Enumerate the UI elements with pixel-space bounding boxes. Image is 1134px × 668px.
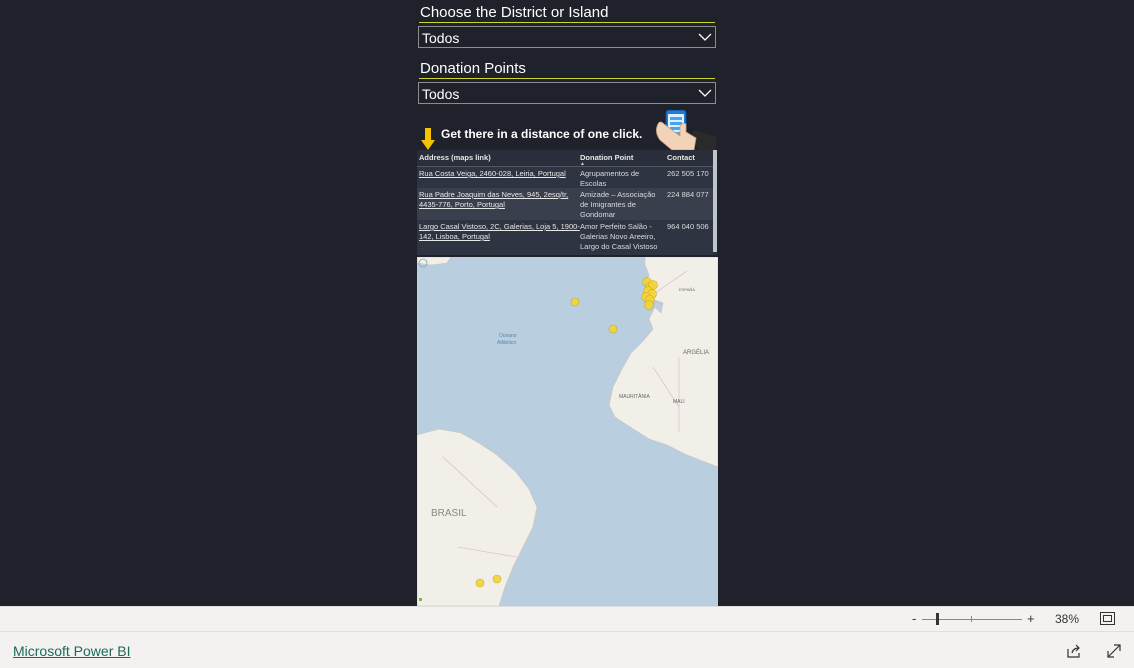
donation-dropdown-value: Todos <box>422 86 460 102</box>
zoom-slider-midmark <box>971 616 972 622</box>
divider <box>419 78 715 79</box>
country-label: MALI <box>673 399 685 405</box>
ocean-label: Atlântico <box>497 340 516 346</box>
chevron-down-icon <box>698 89 712 97</box>
zoom-slider-thumb[interactable] <box>936 613 939 625</box>
table-scrollbar[interactable] <box>713 150 717 255</box>
donation-point-cell: Amizade – Associação de Imigrantes de Gond… <box>580 190 656 219</box>
ocean-label: Oceano <box>499 333 517 339</box>
map-attribution-logo <box>419 598 422 601</box>
share-icon[interactable] <box>1066 643 1082 659</box>
table-row[interactable]: Rua Costa Veiga, 2460-028, Leiria, Portu… <box>417 167 713 188</box>
map-marker <box>644 300 654 310</box>
directions-banner: Get there in a distance of one click. <box>418 110 718 152</box>
zoom-out-button[interactable]: - <box>912 611 916 626</box>
table-header: Address (maps link) Donation Point Conta… <box>417 150 713 167</box>
district-dropdown-value: Todos <box>422 30 460 46</box>
district-dropdown[interactable]: Todos <box>418 26 716 48</box>
donation-point-cell: Agrupamentos de Escolas <box>580 169 640 188</box>
contact-cell: 964 040 506 <box>667 222 709 231</box>
power-bi-link[interactable]: Microsoft Power BI <box>13 643 130 659</box>
donation-dropdown[interactable]: Todos <box>418 82 716 104</box>
donation-point-cell: Amor Perfeito Salão - Galerias Novo Areei… <box>580 222 658 251</box>
column-header-contact[interactable]: Contact <box>667 153 695 162</box>
map-canvas[interactable]: Oceano Atlântico ARGÉLIA MAURITÂNIA MALI… <box>417 257 718 606</box>
expand-icon[interactable] <box>1106 643 1122 659</box>
map-marker <box>475 578 485 588</box>
district-slicer-title: Choose the District or Island <box>420 4 609 21</box>
donation-points-table: Address (maps link) Donation Point Conta… <box>417 150 717 255</box>
column-header-address[interactable]: Address (maps link) <box>419 153 491 162</box>
zoom-percentage: 38% <box>1055 612 1080 626</box>
map-marker <box>608 324 618 334</box>
address-link[interactable]: Rua Padre Joaquim das Neves, 945, 2esq/t… <box>419 190 568 210</box>
contact-cell: 224 884 077 <box>667 190 709 199</box>
donation-slicer-title: Donation Points <box>420 60 526 77</box>
divider <box>419 22 715 23</box>
contact-cell: 262 505 170 <box>667 169 709 178</box>
fit-to-page-icon[interactable] <box>1100 612 1115 625</box>
map-marker <box>492 574 502 584</box>
footer: Microsoft Power BI <box>0 631 1134 668</box>
scrollbar-thumb[interactable] <box>713 150 717 252</box>
country-label: BRASIL <box>431 508 467 519</box>
table-row[interactable]: Rua Padre Joaquim das Neves, 945, 2esq/t… <box>417 188 713 220</box>
address-link[interactable]: Largo Casal Vistoso, 2C, Galerias, Loja … <box>419 222 580 242</box>
table-row[interactable]: Largo Casal Vistoso, 2C, Galerias, Loja … <box>417 220 713 255</box>
report-canvas: Choose the District or Island Todos Dona… <box>0 0 1134 606</box>
map-marker <box>570 297 580 307</box>
donation-map[interactable]: Oceano Atlântico ARGÉLIA MAURITÂNIA MALI… <box>417 257 718 606</box>
zoom-in-button[interactable]: + <box>1027 611 1035 626</box>
country-label: ARGÉLIA <box>683 349 709 356</box>
column-header-donation-point[interactable]: Donation Point <box>580 153 633 162</box>
down-arrow-icon <box>421 128 435 150</box>
address-link[interactable]: Rua Costa Veiga, 2460-028, Leiria, Portu… <box>419 169 566 179</box>
chevron-down-icon <box>698 33 712 41</box>
zoom-bar: - + 38% <box>0 606 1134 631</box>
phone-hand-icon <box>656 110 716 152</box>
country-label: ESPAÑA <box>679 287 695 292</box>
country-label: MAURITÂNIA <box>619 393 651 400</box>
banner-text: Get there in a distance of one click. <box>441 127 643 141</box>
